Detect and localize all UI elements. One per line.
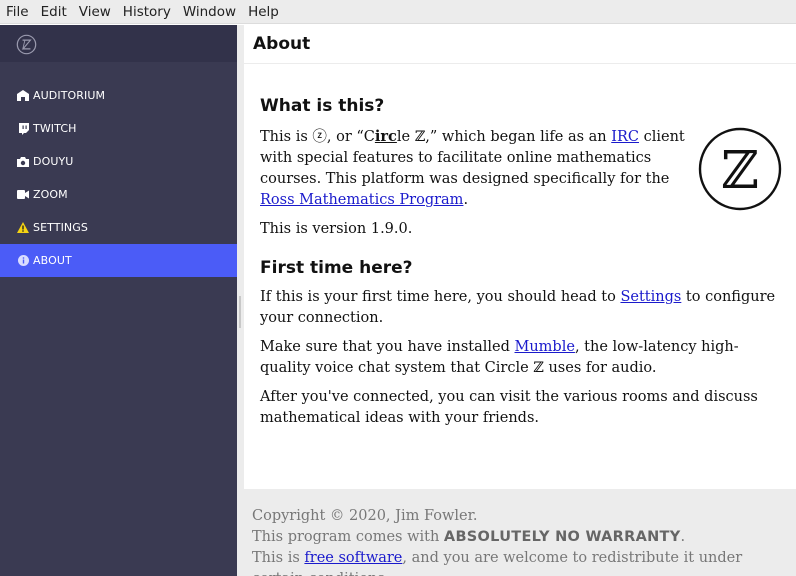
- ross-program-link[interactable]: Ross Mathematics Program: [260, 192, 463, 208]
- circle-z-logo-icon: [16, 34, 37, 55]
- intro-text: This is: [260, 129, 313, 145]
- sidebar-item-label: DOUYU: [33, 155, 74, 168]
- sidebar-logo-bar: [0, 25, 237, 62]
- section-heading-first-time: First time here?: [260, 258, 413, 278]
- sidebar-nav: AUDITORIUM TWITCH DOUYU ZOOM SETTINGS AB…: [0, 79, 237, 277]
- warranty-line: This program comes with ABSOLUTELY NO WA…: [252, 527, 792, 548]
- sidebar: AUDITORIUM TWITCH DOUYU ZOOM SETTINGS AB…: [0, 25, 237, 576]
- sidebar-item-about[interactable]: ABOUT: [0, 244, 237, 277]
- after-connect-paragraph: After you've connected, you can visit th…: [260, 389, 758, 426]
- free-software-line: This is free software, and you are welco…: [252, 548, 792, 576]
- free-software-text: This is: [252, 550, 305, 566]
- menu-edit[interactable]: Edit: [35, 0, 73, 24]
- sidebar-item-label: ABOUT: [33, 254, 72, 267]
- irc-emphasis: irc: [374, 128, 397, 145]
- video-camera-icon: [17, 189, 29, 201]
- first-time-text: If this is your first time here, you sho…: [260, 289, 621, 305]
- intro-text: le ℤ,” which began life as an: [396, 129, 612, 145]
- warning-icon: [17, 222, 29, 234]
- menu-view[interactable]: View: [73, 0, 117, 24]
- sidebar-item-douyu[interactable]: DOUYU: [0, 145, 237, 178]
- twitch-icon: [17, 122, 29, 135]
- intro-paragraph: This is ⓩ, or “Circle ℤ,” which began li…: [260, 126, 692, 211]
- menubar: File Edit View History Window Help: [0, 0, 796, 24]
- sidebar-item-zoom[interactable]: ZOOM: [0, 178, 237, 211]
- menu-history[interactable]: History: [117, 0, 177, 24]
- mumble-link[interactable]: Mumble: [515, 339, 575, 355]
- copyright-text: Copyright © 2020, Jim Fowler.: [252, 508, 478, 524]
- warranty-text: .: [680, 529, 686, 545]
- irc-link[interactable]: IRC: [611, 129, 639, 145]
- sidebar-item-label: TWITCH: [33, 122, 77, 135]
- sidebar-item-label: AUDITORIUM: [33, 89, 106, 102]
- sidebar-item-twitch[interactable]: TWITCH: [0, 112, 237, 145]
- page-header: About: [244, 25, 796, 63]
- mumble-text: Make sure that you have installed: [260, 339, 515, 355]
- menu-file[interactable]: File: [0, 0, 35, 24]
- page-title: About: [253, 34, 311, 54]
- warranty-text: This program comes with: [252, 529, 444, 545]
- no-warranty-text: ABSOLUTELY NO WARRANTY: [443, 529, 681, 545]
- info-icon: [17, 255, 29, 267]
- sidebar-item-label: SETTINGS: [33, 221, 88, 234]
- circle-z-logo-icon: ℤ: [698, 127, 782, 211]
- footer: Copyright © 2020, Jim Fowler. This progr…: [252, 506, 792, 576]
- splitter-handle[interactable]: [239, 296, 241, 328]
- settings-link[interactable]: Settings: [620, 289, 681, 305]
- menu-help[interactable]: Help: [242, 0, 285, 24]
- sidebar-item-settings[interactable]: SETTINGS: [0, 211, 237, 244]
- mumble-paragraph: Make sure that you have installed Mumble…: [260, 337, 785, 379]
- sidebar-item-label: ZOOM: [33, 188, 68, 201]
- about-panel: What is this? This is ⓩ, or “Circle ℤ,” …: [244, 64, 796, 489]
- auditorium-icon: [17, 90, 29, 102]
- circled-z-symbol: ⓩ: [312, 129, 327, 145]
- free-software-link[interactable]: free software: [304, 550, 402, 566]
- section-heading-what: What is this?: [260, 96, 385, 116]
- sidebar-item-auditorium[interactable]: AUDITORIUM: [0, 79, 237, 112]
- menu-window[interactable]: Window: [177, 0, 242, 24]
- intro-text: .: [463, 192, 469, 208]
- version-text: This is version 1.9.0.: [260, 221, 413, 237]
- camera-icon: [17, 156, 29, 168]
- intro-text: , or “C: [326, 129, 375, 145]
- logo-letter: ℤ: [721, 141, 759, 201]
- first-time-paragraph: If this is your first time here, you sho…: [260, 287, 785, 329]
